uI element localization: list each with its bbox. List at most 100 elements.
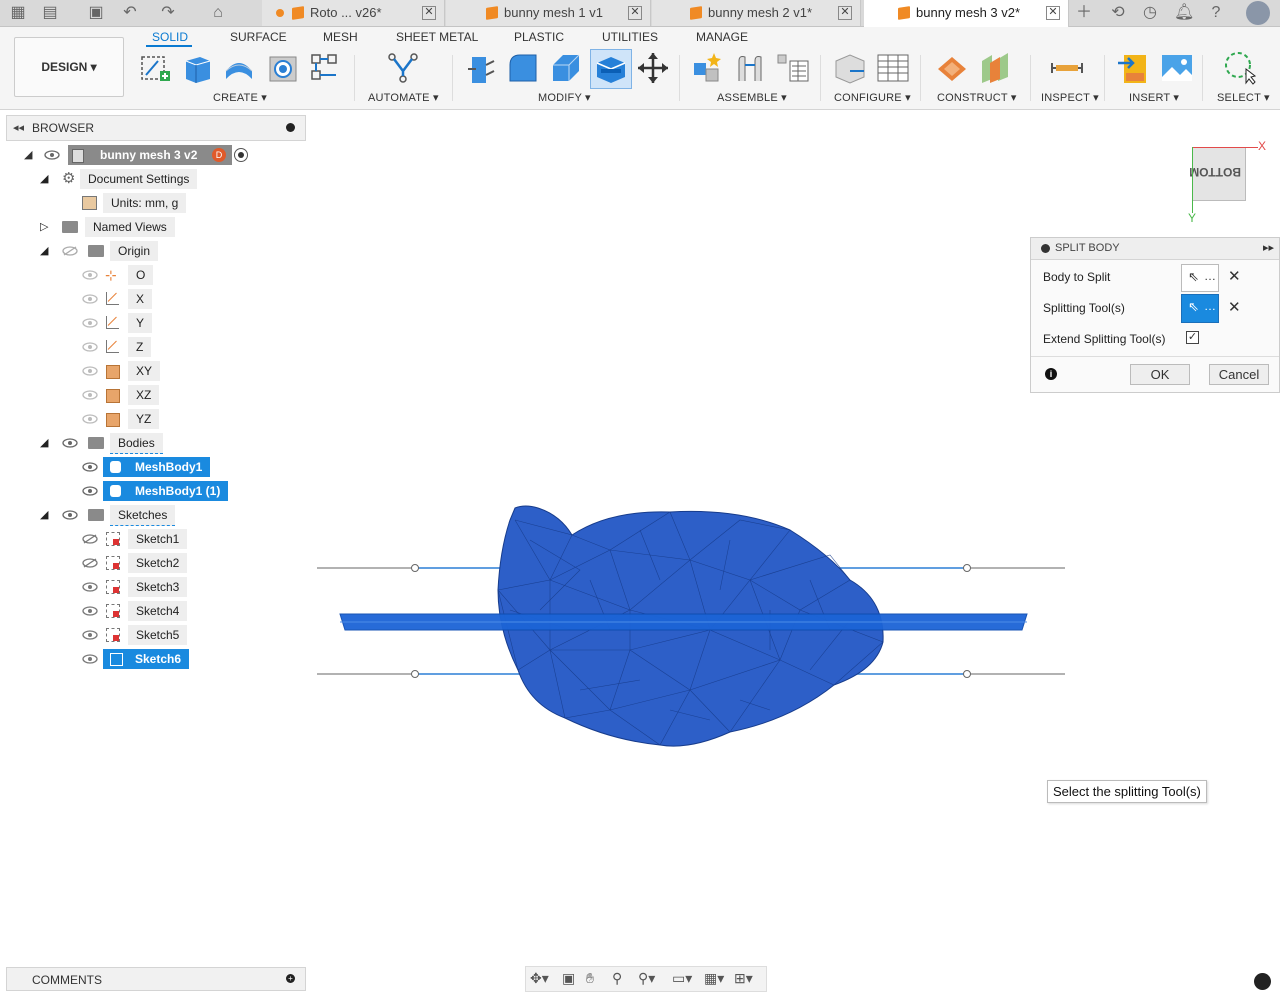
tab-sheet-metal[interactable]: SHEET METAL [396, 30, 478, 44]
hidden-eye-icon[interactable] [82, 390, 98, 400]
visibility-eye-icon[interactable] [82, 630, 98, 640]
expand-triangle-icon[interactable]: ◢ [24, 145, 32, 165]
bom-icon[interactable] [776, 51, 810, 85]
job-status-icon[interactable]: ◷ [1140, 3, 1160, 23]
close-tab-icon[interactable]: ✕ [1046, 6, 1060, 20]
clear-body-selection-icon[interactable]: ✕ [1228, 267, 1241, 285]
hidden-eye-icon[interactable] [82, 414, 98, 424]
sketch-point[interactable] [411, 670, 419, 678]
info-icon[interactable]: i [1045, 368, 1057, 380]
dialog-expand-icon[interactable]: ▸▸ [1263, 241, 1274, 254]
visibility-eye-icon[interactable] [82, 462, 98, 472]
grid-settings-icon[interactable]: ▦▾ [704, 970, 724, 987]
add-comment-icon[interactable]: + [286, 974, 295, 983]
tree-root[interactable]: ◢ bunny mesh 3 v2 D [24, 145, 264, 165]
visibility-eye-icon[interactable] [62, 510, 78, 520]
fit-icon[interactable]: ⚲▾ [638, 970, 655, 987]
shell-icon[interactable] [593, 51, 627, 85]
cancel-button[interactable]: Cancel [1209, 364, 1269, 385]
notifications-icon[interactable]: 🔔︎ [1174, 3, 1194, 23]
select-group-label[interactable]: SELECT ▾ [1217, 91, 1270, 104]
hidden-eye-icon[interactable] [82, 294, 98, 304]
joint-icon[interactable] [733, 51, 767, 85]
hidden-eye-icon[interactable] [82, 318, 98, 328]
hidden-eye-icon[interactable] [82, 366, 98, 376]
orbit-icon[interactable]: ✥▾ [530, 970, 549, 987]
pan-icon[interactable]: ✋︎ [586, 970, 594, 987]
expand-triangle-icon[interactable]: ◢ [40, 433, 48, 453]
visibility-eye-icon[interactable] [62, 438, 78, 448]
hidden-eye-icon[interactable] [82, 558, 98, 568]
pattern-icon[interactable] [308, 51, 342, 85]
close-tab-icon[interactable]: ✕ [422, 6, 436, 20]
ok-button[interactable]: OK [1130, 364, 1190, 385]
press-pull-icon[interactable] [464, 51, 498, 85]
expand-triangle-icon[interactable]: ◢ [40, 169, 48, 189]
window-select-icon[interactable] [1222, 51, 1256, 85]
tree-label: Sketch4 [128, 601, 188, 621]
tab-bunny-mesh-2[interactable]: bunny mesh 2 v1* ✕ [652, 0, 861, 26]
new-tab-icon[interactable]: ＋ [1074, 3, 1094, 23]
insert-group-label[interactable]: INSERT ▾ [1129, 91, 1179, 104]
inspect-group-label[interactable]: INSPECT ▾ [1041, 91, 1099, 104]
insert-svg-icon[interactable] [1116, 51, 1150, 85]
tab-utilities[interactable]: UTILITIES [602, 30, 658, 44]
display-settings-icon[interactable]: ▭▾ [672, 970, 692, 987]
close-tab-icon[interactable]: ✕ [838, 6, 852, 20]
configuration-table-icon[interactable] [876, 51, 910, 85]
hidden-eye-icon[interactable] [82, 534, 98, 544]
chamfer-icon[interactable] [549, 51, 583, 85]
dialog-header[interactable]: SPLIT BODY ▸▸ [1031, 238, 1279, 260]
visibility-eye-icon[interactable] [82, 606, 98, 616]
offset-plane-icon[interactable] [934, 51, 968, 85]
clear-tools-selection-icon[interactable]: ✕ [1228, 298, 1241, 316]
assemble-group-label[interactable]: ASSEMBLE ▾ [717, 91, 787, 104]
new-component-icon[interactable] [690, 51, 724, 85]
tab-manage[interactable]: MANAGE [696, 30, 748, 44]
move-copy-icon[interactable] [636, 51, 670, 85]
tab-plastic[interactable]: PLASTIC [514, 30, 564, 44]
midplane-icon[interactable] [978, 51, 1012, 85]
hidden-eye-icon[interactable] [82, 342, 98, 352]
configure-icon[interactable] [832, 51, 866, 85]
visibility-eye-icon[interactable] [82, 486, 98, 496]
avatar[interactable] [1246, 1, 1270, 25]
construct-group-label[interactable]: CONSTRUCT ▾ [937, 91, 1017, 104]
sketch-point[interactable] [963, 564, 971, 572]
measure-icon[interactable] [1050, 51, 1084, 85]
tab-bunny-mesh-1[interactable]: bunny mesh 1 v1 ✕ [446, 0, 651, 26]
tab-bunny-mesh-3[interactable]: bunny mesh 3 v2* ✕ [864, 0, 1069, 27]
expand-triangle-icon[interactable]: ▷ [40, 217, 48, 237]
visibility-eye-icon[interactable] [82, 654, 98, 664]
help-icon[interactable]: ? [1206, 3, 1226, 23]
tab-mesh[interactable]: MESH [323, 30, 358, 44]
hidden-eye-icon[interactable] [82, 270, 98, 280]
close-tab-icon[interactable]: ✕ [628, 6, 642, 20]
sketch-point[interactable] [963, 670, 971, 678]
viewports-icon[interactable]: ⊞▾ [734, 970, 753, 987]
automate-icon[interactable] [386, 51, 420, 85]
extensions-icon[interactable]: ⟲ [1108, 3, 1128, 23]
insert-canvas-icon[interactable] [1160, 51, 1194, 85]
zoom-icon[interactable]: ⚲ [612, 970, 622, 987]
automate-group-label[interactable]: AUTOMATE ▾ [368, 91, 439, 104]
view-cube[interactable]: BOTTOM X Y [1188, 139, 1266, 225]
fillet-icon[interactable] [506, 51, 540, 85]
dialog-collapse-icon[interactable] [1041, 244, 1050, 253]
expand-triangle-icon[interactable]: ◢ [40, 241, 48, 261]
splitting-tools-selector[interactable]: ⇖ … [1181, 294, 1219, 323]
visibility-eye-icon[interactable] [44, 150, 60, 160]
visibility-eye-icon[interactable] [82, 582, 98, 592]
hidden-eye-icon[interactable] [62, 246, 78, 256]
tab-label: bunny mesh 1 v1 [504, 5, 604, 20]
look-at-icon[interactable]: ▣ [562, 970, 575, 987]
body-to-split-selector[interactable]: ⇖ … [1181, 264, 1219, 292]
sketch-point[interactable] [411, 564, 419, 572]
sketch-icon [110, 653, 123, 666]
extend-checkbox[interactable]: ✓ [1186, 331, 1199, 344]
activate-radio-icon[interactable] [234, 148, 248, 162]
configure-group-label[interactable]: CONFIGURE ▾ [834, 91, 911, 104]
modify-group-label[interactable]: MODIFY ▾ [538, 91, 591, 104]
feedback-icon[interactable] [1254, 973, 1271, 990]
expand-triangle-icon[interactable]: ◢ [40, 505, 48, 525]
